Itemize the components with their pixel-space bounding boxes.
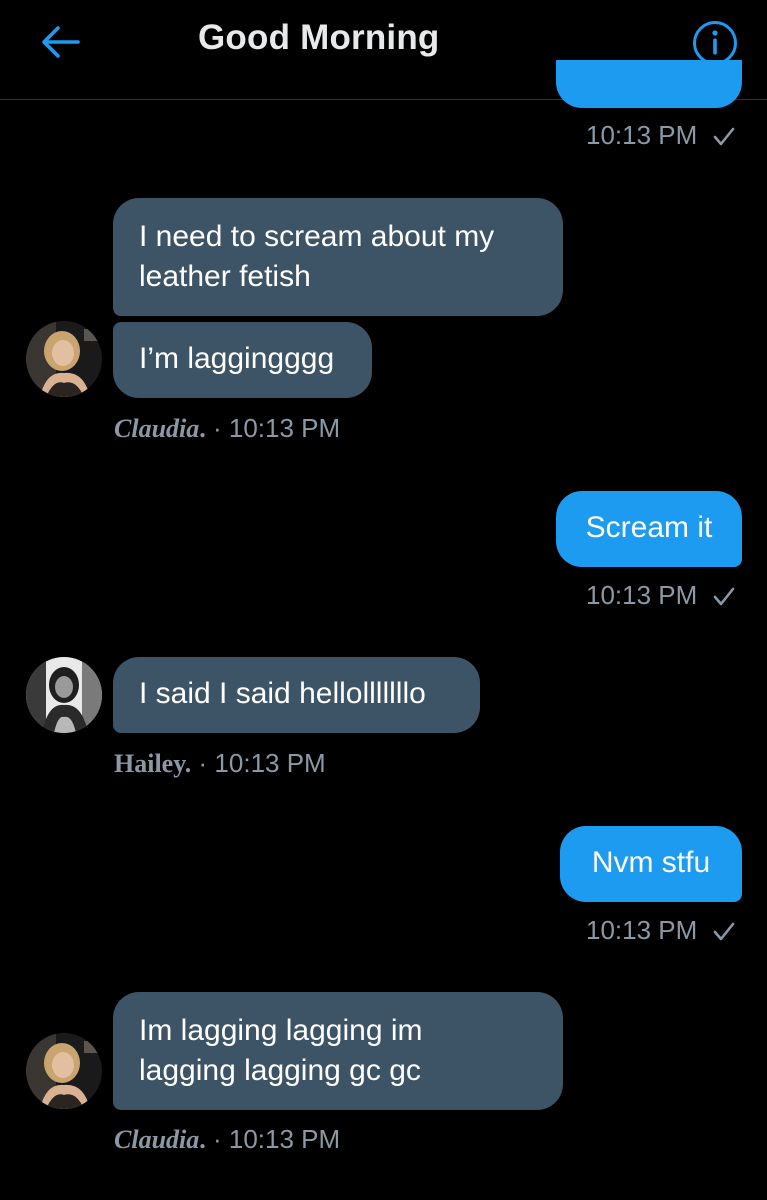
message-meta: Hailey. · 10:13 PM	[114, 748, 326, 779]
sender-name[interactable]: Claudia	[114, 414, 199, 443]
meta-separator: ·	[212, 1124, 222, 1154]
message-timestamp: 10:13 PM	[586, 120, 698, 150]
avatar[interactable]	[26, 657, 102, 733]
message-meta: 10:13 PM	[586, 915, 735, 946]
message-text-line: Im lagging lagging im	[139, 1014, 423, 1047]
message-meta: 10:13 PM	[586, 580, 735, 611]
message-timestamp: 10:13 PM	[586, 915, 698, 945]
sent-message-bubble[interactable]: Nvm stfu	[560, 826, 742, 902]
avatar[interactable]	[26, 1033, 102, 1109]
message-timestamp: 10:13 PM	[228, 1124, 341, 1154]
check-icon	[713, 922, 734, 941]
sender-name[interactable]: Hailey	[114, 749, 185, 778]
avatar-photo	[26, 321, 102, 397]
message-text: Nvm stfu	[591, 846, 711, 879]
message-timestamp: 10:13 PM	[586, 580, 698, 610]
meta-separator: ·	[198, 748, 208, 778]
check-icon	[713, 127, 734, 146]
meta-separator: ·	[212, 413, 222, 443]
message-meta: Claudia. · 10:13 PM	[114, 1124, 340, 1155]
avatar-photo	[26, 657, 102, 733]
check-icon	[713, 587, 734, 606]
sent-message-bubble[interactable]: Scream it	[556, 491, 742, 567]
message-meta: Claudia. · 10:13 PM	[114, 413, 340, 444]
sender-name[interactable]: Claudia	[114, 1125, 199, 1154]
message-text: I said I said hellolllllllo	[139, 677, 426, 710]
avatar-photo	[26, 1033, 102, 1109]
received-message-bubble[interactable]: I said I said hellolllllllo	[113, 657, 480, 733]
sender-name-suffix: .	[199, 414, 206, 443]
received-message-bubble[interactable]: I’m laggingggg	[113, 322, 372, 398]
message-meta: 10:13 PM	[586, 120, 735, 151]
message-text: Scream it	[585, 511, 713, 544]
message-text-line: I need to scream about my	[139, 220, 495, 253]
message-text-line: lagging lagging gc gc	[139, 1054, 421, 1087]
message-timestamp: 10:13 PM	[214, 748, 326, 778]
message-text-line: leather fetish	[139, 260, 311, 293]
sender-name-suffix: .	[199, 1125, 206, 1154]
received-message-bubble[interactable]: Im lagging lagging im lagging lagging gc…	[113, 992, 563, 1110]
avatar[interactable]	[26, 321, 102, 397]
sender-name-suffix: .	[184, 749, 192, 778]
message-timestamp: 10:13 PM	[228, 413, 341, 443]
received-message-bubble[interactable]: I need to scream about my leather fetish	[113, 198, 563, 316]
message-text: I’m laggingggg	[139, 342, 335, 375]
